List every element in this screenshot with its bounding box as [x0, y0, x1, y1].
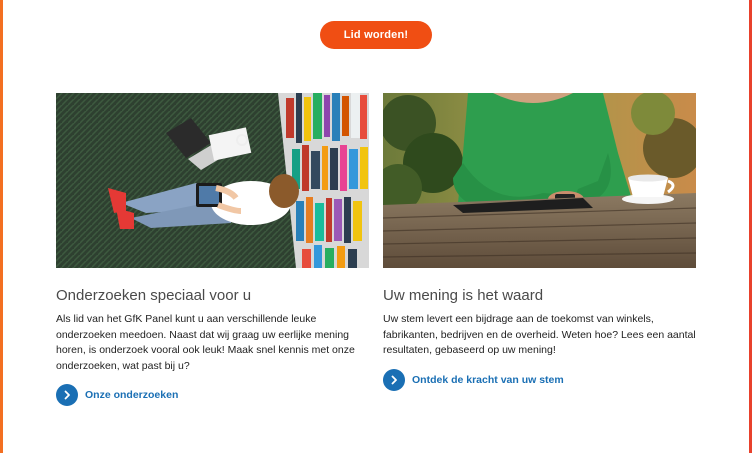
discover-power-link[interactable]: Ontdek de kracht van uw stem [383, 369, 564, 391]
chevron-right-icon [56, 384, 78, 406]
chevron-right-icon [383, 369, 405, 391]
coffee-table-photo [383, 93, 696, 268]
link-label: Onze onderzoeken [85, 389, 179, 401]
page-border-left [0, 0, 3, 453]
card-title: Onderzoeken speciaal voor u [56, 287, 252, 304]
card-title: Uw mening is het waard [383, 287, 544, 304]
card-surveys: Onderzoeken speciaal voor u Als lid van … [56, 93, 369, 406]
card-text: Als lid van het GfK Panel kunt u aan ver… [56, 313, 355, 372]
card-text: Uw stem levert een bijdrage aan de toeko… [383, 313, 696, 356]
link-label: Ontdek de kracht van uw stem [412, 374, 564, 386]
join-button[interactable]: Lid worden! [320, 21, 432, 49]
our-surveys-link[interactable]: Onze onderzoeken [56, 384, 178, 406]
library-photo [56, 93, 369, 268]
card-opinion: Uw mening is het waard Uw stem levert ee… [383, 93, 696, 391]
